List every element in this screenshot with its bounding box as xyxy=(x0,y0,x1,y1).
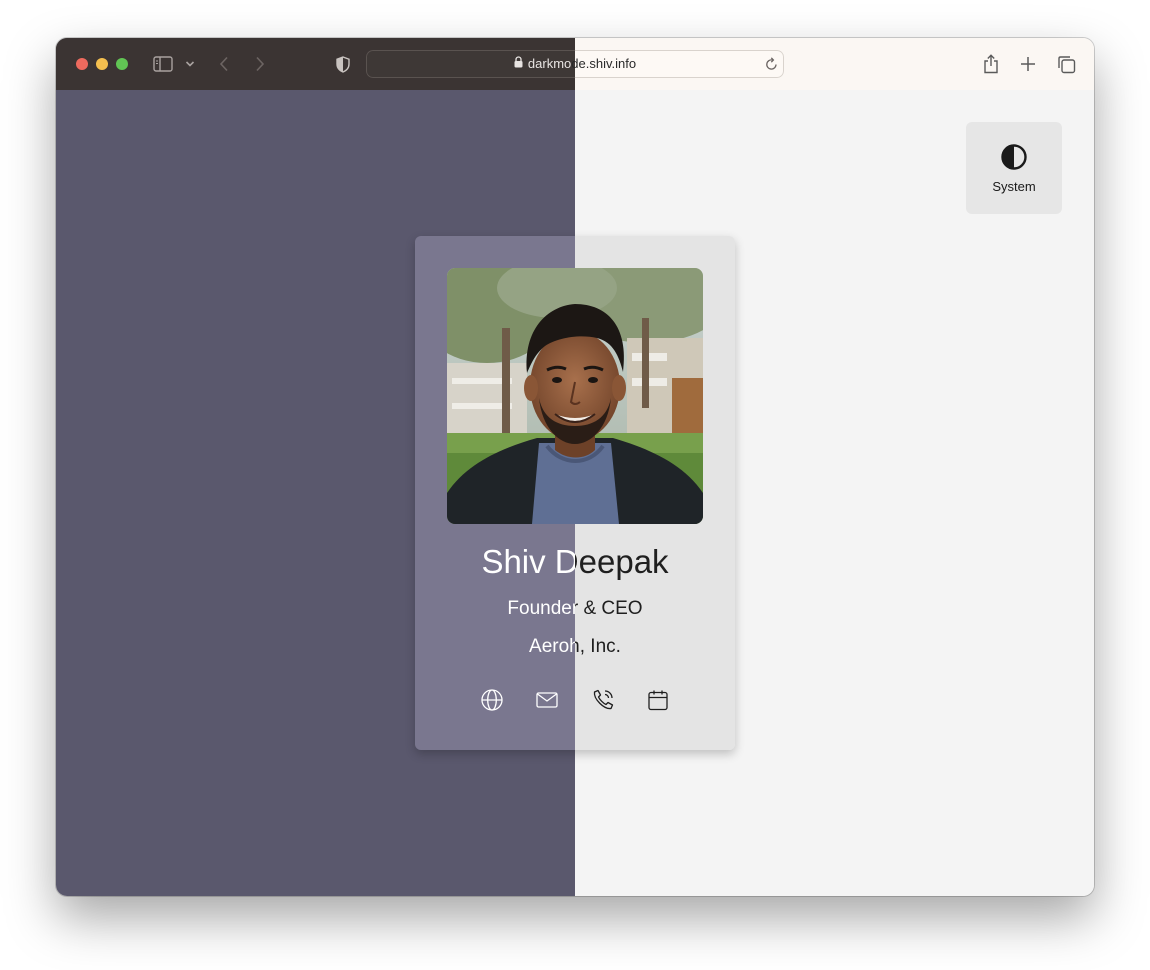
company-clip-dark: Aeroh, Inc. xyxy=(415,635,575,659)
browser-window: darkmode.shiv.info System Shiv D eepak F… xyxy=(56,38,1094,896)
profile-name: Shiv Deepak Shiv Deepak xyxy=(415,542,735,582)
shield-icon[interactable] xyxy=(333,54,353,74)
url-prefix: darkmo xyxy=(527,56,572,71)
lock-icon xyxy=(514,50,523,78)
minimize-window-button[interactable] xyxy=(96,58,108,70)
url-suffix: de.shiv.info xyxy=(571,56,637,71)
profile-title: Founder & CEO Founder & CEO xyxy=(415,597,735,621)
screenshot-stage: darkmode.shiv.info System Shiv D eepak F… xyxy=(0,0,1150,970)
half-circle-icon xyxy=(1000,143,1028,171)
profile-name-text-light: Shiv Deepak xyxy=(575,543,669,580)
address-bar[interactable]: darkmode.shiv.info xyxy=(366,50,784,78)
zoom-window-button[interactable] xyxy=(116,58,128,70)
forward-icon[interactable] xyxy=(250,54,270,74)
theme-toggle-label: System xyxy=(992,178,1036,194)
contact-icons xyxy=(415,684,735,716)
profile-title-text-light: Founder & CEO xyxy=(575,598,643,619)
calendar-icon[interactable] xyxy=(646,688,670,712)
chevron-down-icon[interactable] xyxy=(182,56,198,72)
tab-overview-icon[interactable] xyxy=(1055,53,1077,75)
url-text: darkmode.shiv.info xyxy=(366,50,784,78)
phone-icon[interactable] xyxy=(591,688,615,712)
close-window-button[interactable] xyxy=(76,58,88,70)
sidebar-icon[interactable] xyxy=(152,54,174,74)
name-clip-dark: Shiv Deepak xyxy=(415,542,575,582)
share-icon[interactable] xyxy=(981,52,1001,76)
name-clip-light: Shiv Deepak xyxy=(575,542,735,582)
profile-card: Shiv Deepak Shiv Deepak Founder & CEO Fo… xyxy=(415,236,735,750)
reload-icon[interactable] xyxy=(762,55,780,73)
profile-company: Aeroh, Inc. Aeroh, Inc. xyxy=(415,635,735,659)
name-split: Shiv Deepak Shiv Deepak xyxy=(415,542,735,582)
back-icon[interactable] xyxy=(214,54,234,74)
title-clip-light: Founder & CEO xyxy=(575,597,735,621)
title-split: Founder & CEO Founder & CEO xyxy=(415,597,735,621)
mail-icon[interactable] xyxy=(535,688,559,712)
company-split: Aeroh, Inc. Aeroh, Inc. xyxy=(415,635,735,659)
profile-name-text-dark: Shiv Deepak xyxy=(481,543,575,580)
company-clip-light: Aeroh, Inc. xyxy=(575,635,735,659)
profile-photo xyxy=(447,268,703,524)
globe-icon[interactable] xyxy=(480,688,504,712)
plus-icon[interactable] xyxy=(1018,54,1038,74)
browser-toolbar: darkmode.shiv.info xyxy=(56,38,1094,90)
profile-company-text-light: Aeroh, Inc. xyxy=(575,636,621,657)
page-content: System Shiv D eepak Founder r & CEO Aero… xyxy=(56,90,1094,896)
profile-company-text-dark: Aeroh, Inc. xyxy=(529,636,575,657)
profile-title-text-dark: Founder & CEO xyxy=(507,598,575,619)
title-clip-dark: Founder & CEO xyxy=(415,597,575,621)
theme-toggle-button[interactable]: System xyxy=(966,122,1062,214)
